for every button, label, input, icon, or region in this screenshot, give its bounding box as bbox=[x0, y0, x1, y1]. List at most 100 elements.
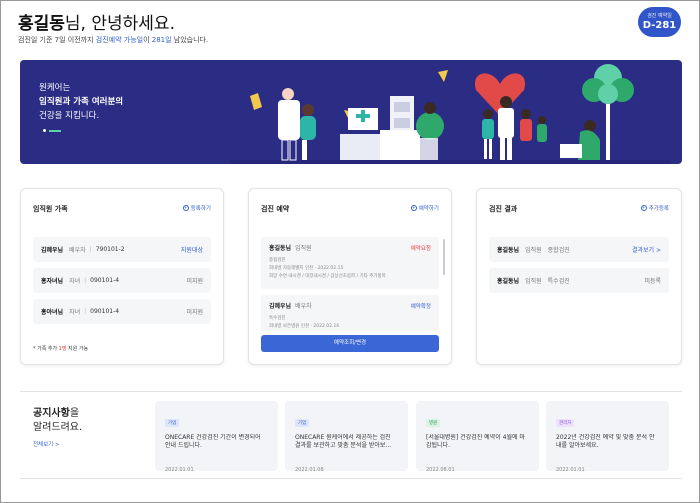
family-row[interactable]: 김혜우님 배우자 | 790101-2 지원대상 bbox=[33, 237, 211, 262]
reservation-add-button[interactable]: + 예약하기 bbox=[410, 204, 439, 212]
reservation-scrollbar[interactable] bbox=[443, 239, 445, 275]
reservation-section: 검진 예약 + 예약하기 홍길동님 임직원 예약요청 종합검진희내병 자동레벨지 인천… bbox=[248, 188, 452, 365]
banner-pagination[interactable] bbox=[43, 129, 61, 132]
notice-date: 2022.08.01 bbox=[426, 467, 455, 473]
notice-tag: 기업 bbox=[165, 419, 180, 427]
reservation-add-label: 예약하기 bbox=[418, 206, 439, 212]
notice-date: 2022.01.08 bbox=[295, 467, 324, 473]
notice-card[interactable]: 병원 [서울대병원] 건강검진 예약이 4월에 마감됩니다. 2022.08.01 bbox=[416, 401, 539, 473]
notice-card[interactable]: 관리자 2022년 건강검진 예약 및 맞춤 분석 안내를 알아보세요. 2022.… bbox=[546, 401, 669, 473]
banner-illustration bbox=[230, 64, 670, 164]
result-row[interactable]: 홍길동님 임직원 종합검진 결과보기 > bbox=[489, 237, 669, 262]
notice-title: 공지사항을 알려드려요. bbox=[33, 407, 82, 435]
family-member-relation: 배우자 bbox=[69, 247, 86, 254]
result-type: 종합검진 bbox=[547, 247, 570, 254]
family-member-relation: 자녀 bbox=[69, 309, 81, 316]
dday-badge[interactable]: 검진 예약일 D-281 bbox=[638, 7, 681, 37]
greeting-suffix: 님, 안녕하세요. bbox=[64, 14, 175, 34]
reservation-hospital-date: 희내병 보은병원 인천 · 2022.02.16 bbox=[269, 324, 340, 329]
reservation-options: 희망 수면 내시경 / 대장내시경 / 갑상선초음파 / 기타 추가항목 bbox=[269, 274, 386, 279]
family-row[interactable]: 홍자녀님 자녀 | 090101-4 미지원 bbox=[33, 268, 211, 293]
notice-title-bold: 공지사항 bbox=[33, 408, 70, 419]
days-remaining: 281일 bbox=[151, 36, 172, 44]
notice-tag: 병원 bbox=[426, 419, 441, 427]
main-banner[interactable]: 원케어는 임직원과 가족 여러분의 건강을 지킵니다. bbox=[20, 60, 682, 164]
notice-card[interactable]: 기업 ONECARE 건강검진 기간이 변경되어 안내 드립니다. 2022.01.… bbox=[155, 401, 278, 473]
user-name: 홍길동 bbox=[18, 14, 65, 34]
family-member-birth: 790101-2 bbox=[95, 246, 125, 253]
reservation-status: 예약확정 bbox=[410, 303, 431, 310]
family-register-button[interactable]: + 등록하기 bbox=[182, 204, 211, 212]
notice-tag: 관리자 bbox=[556, 419, 575, 427]
family-register-label: 등록하기 bbox=[190, 206, 211, 212]
notice-date: 2022.01.01 bbox=[556, 467, 585, 473]
reservation-relation: 배우자 bbox=[295, 303, 312, 310]
page-dot[interactable] bbox=[43, 129, 46, 132]
family-section: 임직원 가족 + 등록하기 김혜우님 배우자 | 790101-2 지원대상 홍자녀님 자녀… bbox=[20, 188, 224, 365]
result-row[interactable]: 홍길동님 임직원 특수검진 미등록 bbox=[489, 268, 669, 293]
sub-suffix: 남았습니다. bbox=[171, 36, 209, 44]
reservation-name: 홍길동님 bbox=[269, 245, 292, 252]
page-dot-active[interactable] bbox=[49, 129, 61, 132]
notice-text: ONECARE 건강검진 기간이 변경되어 안내 드립니다. bbox=[165, 434, 261, 449]
note-suffix: 지원 가능 bbox=[66, 346, 89, 352]
reservation-hospital-date: 희내병 자동레벨지 인천 · 2022.02.15 bbox=[269, 266, 344, 271]
notice-card[interactable]: 기업 ONECARE 원케어에서 제공하는 검진 결과를 보관하고 맞춤 분석을 … bbox=[285, 401, 408, 473]
reservation-type: 특수검진 bbox=[269, 316, 286, 321]
result-name: 홍길동님 bbox=[497, 247, 520, 254]
results-add-label: 추가등록 bbox=[648, 206, 669, 212]
reservation-title: 검진 예약 bbox=[261, 205, 290, 213]
dday-value: D-281 bbox=[642, 20, 677, 31]
notice-text: ONECARE 원케어에서 제공하는 검진 결과를 보관하고 맞춤 분석을 받아… bbox=[295, 434, 392, 449]
banner-text: 원케어는 임직원과 가족 여러분의 건강을 지킵니다. bbox=[39, 81, 123, 123]
reservation-available-link: 검진예약 가능일 bbox=[95, 36, 144, 44]
reservation-item[interactable]: 홍길동님 임직원 예약요청 종합검진희내병 자동레벨지 인천 · 2022.02.1… bbox=[261, 237, 439, 289]
divider: | bbox=[89, 246, 92, 253]
notice-text: [서울대병원] 건강검진 예약이 4월에 마감됩니다. bbox=[426, 434, 525, 449]
reservation-view-change-button[interactable]: 예약조회/변경 bbox=[261, 335, 439, 352]
dday-label: 검진 예약일 bbox=[647, 13, 672, 19]
notice-text: 2022년 건강검진 예약 및 맞춤 분석 안내를 알아보세요. bbox=[556, 434, 655, 449]
family-member-birth: 090101-4 bbox=[90, 308, 120, 315]
divider: | bbox=[84, 277, 87, 284]
sub-mid: 이 bbox=[143, 36, 152, 44]
sub-prefix: 검진일 기준 7일 이전까지 bbox=[18, 36, 96, 44]
notice-view-all-link[interactable]: 전체보기 > bbox=[33, 440, 60, 448]
banner-line-2: 임직원과 가족 여러분의 bbox=[39, 97, 124, 107]
banner-line-1: 원케어는 bbox=[39, 83, 71, 93]
reservation-name: 김혜우님 bbox=[269, 303, 292, 310]
results-add-button[interactable]: + 추가등록 bbox=[640, 204, 669, 212]
banner-line-3: 건강을 지킵니다. bbox=[39, 111, 100, 121]
family-member-status: 미지원 bbox=[186, 278, 203, 285]
plus-circle-icon: + bbox=[182, 205, 189, 211]
notice-section: 공지사항을 알려드려요. 전체보기 > 기업 ONECARE 건강검진 기간이 변경… bbox=[20, 391, 682, 479]
result-status: 미등록 bbox=[644, 278, 661, 285]
result-relation: 임직원 bbox=[525, 278, 542, 285]
note-prefix: * 가족 추가 bbox=[33, 346, 59, 352]
family-member-status: 미지원 bbox=[186, 309, 203, 316]
results-section: 검진 결과 + 추가등록 홍길동님 임직원 종합검진 결과보기 > 홍길동님 임직원 특수검… bbox=[476, 188, 682, 365]
reservation-type: 종합검진 bbox=[269, 258, 286, 263]
notice-date: 2022.01.01 bbox=[165, 467, 194, 473]
notice-title-rest-2: 알려드려요. bbox=[33, 422, 83, 433]
reservation-item[interactable]: 김혜우님 배우자 예약확정 특수검진희내병 보은병원 인천 · 2022.02.16 bbox=[261, 295, 439, 331]
family-member-name: 김혜우님 bbox=[41, 247, 64, 254]
family-member-name: 홍아녀님 bbox=[41, 309, 64, 316]
reservation-deadline-text: 검진일 기준 7일 이전까지 검진예약 가능일이 281일 남았습니다. bbox=[18, 35, 208, 45]
reservation-relation: 임직원 bbox=[295, 245, 312, 252]
greeting-title: 홍길동님, 안녕하세요. bbox=[18, 9, 175, 34]
family-member-relation: 자녀 bbox=[69, 278, 81, 285]
family-member-status: 지원대상 bbox=[180, 247, 203, 254]
family-member-birth: 090101-4 bbox=[90, 277, 120, 284]
results-title: 검진 결과 bbox=[489, 205, 518, 213]
reservation-status: 예약요청 bbox=[410, 245, 431, 252]
family-row[interactable]: 홍아녀님 자녀 | 090101-4 미지원 bbox=[33, 299, 211, 324]
divider: | bbox=[84, 308, 87, 315]
result-relation: 임직원 bbox=[525, 247, 542, 254]
family-support-note: * 가족 추가 1명 지원 가능 bbox=[33, 345, 88, 352]
result-type: 특수검진 bbox=[547, 278, 570, 285]
result-name: 홍길동님 bbox=[497, 278, 520, 285]
family-member-name: 홍자녀님 bbox=[41, 278, 64, 285]
notice-tag: 기업 bbox=[295, 419, 310, 427]
result-view-link[interactable]: 결과보기 > bbox=[632, 245, 661, 254]
